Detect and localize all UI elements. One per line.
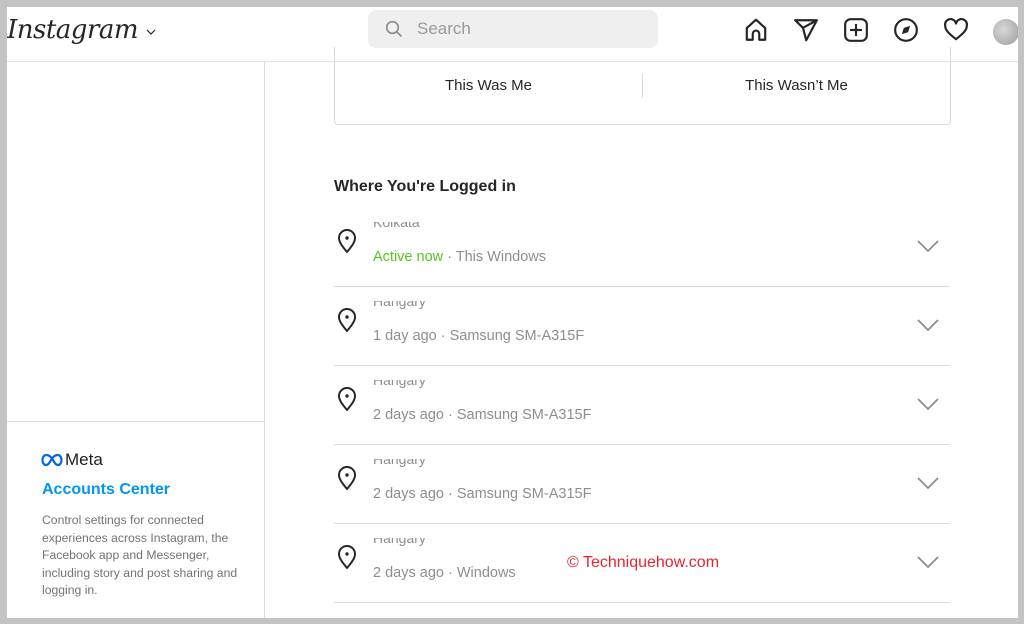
session-location: Hangary bbox=[373, 301, 426, 309]
session-list: Kolkata Active now · This Windows Hangar… bbox=[334, 208, 950, 603]
meta-brand-text: Meta bbox=[65, 450, 103, 469]
accounts-center-link[interactable]: Accounts Center bbox=[42, 481, 170, 499]
session-location: Hangary bbox=[373, 538, 426, 546]
this-was-me-button[interactable]: This Was Me bbox=[335, 74, 642, 98]
location-pin-icon bbox=[338, 308, 356, 332]
session-status: 2 days ago · Samsung SM-A315F bbox=[373, 486, 592, 502]
search-icon bbox=[385, 20, 402, 37]
instagram-logo[interactable]: Instagram bbox=[7, 15, 156, 45]
settings-sidebar: Meta Accounts Center Control settings fo… bbox=[7, 62, 265, 618]
session-item[interactable]: Kolkata Active now · This Windows bbox=[334, 208, 950, 287]
session-time: 2 days ago bbox=[373, 486, 444, 502]
location-pin-icon bbox=[338, 466, 356, 490]
meta-logo: Meta bbox=[41, 450, 103, 470]
session-item[interactable]: Hangary 2 days ago · Samsung SM-A315F bbox=[334, 366, 950, 445]
session-location: Kolkata bbox=[373, 222, 420, 230]
accounts-center-description: Control settings for connected experienc… bbox=[42, 513, 238, 597]
search-input[interactable] bbox=[415, 18, 639, 40]
chevron-down-icon[interactable] bbox=[916, 396, 940, 412]
session-status: 2 days ago · Samsung SM-A315F bbox=[373, 407, 592, 423]
explore-icon[interactable] bbox=[893, 17, 919, 43]
activity-heart-icon[interactable] bbox=[943, 17, 969, 43]
session-time: 2 days ago bbox=[373, 565, 444, 581]
session-device: This Windows bbox=[455, 249, 546, 265]
chevron-down-icon[interactable] bbox=[916, 554, 940, 570]
session-location: Hangary bbox=[373, 459, 426, 467]
location-pin-icon bbox=[338, 387, 356, 411]
accounts-center-panel: Meta Accounts Center Control settings fo… bbox=[7, 421, 264, 618]
nav-icons bbox=[743, 16, 969, 44]
session-device: Samsung SM-A315F bbox=[456, 407, 592, 423]
chevron-down-icon[interactable] bbox=[916, 238, 940, 254]
session-item[interactable]: Hangary 1 day ago · Samsung SM-A315F bbox=[334, 287, 950, 366]
session-location: Hangary bbox=[373, 380, 426, 388]
watermark: © Techniquehow.com bbox=[567, 554, 720, 571]
new-post-icon[interactable] bbox=[843, 17, 869, 43]
profile-avatar[interactable] bbox=[993, 19, 1018, 45]
logo-text: Instagram bbox=[7, 15, 139, 45]
chevron-down-icon[interactable] bbox=[916, 475, 940, 491]
meta-infinity-icon bbox=[41, 453, 63, 467]
this-wasnt-me-button[interactable]: This Wasn’t Me bbox=[643, 74, 950, 98]
chevron-down-icon[interactable] bbox=[146, 27, 156, 37]
session-device: Samsung SM-A315F bbox=[456, 486, 592, 502]
session-time: 1 day ago bbox=[373, 328, 437, 344]
search-box[interactable] bbox=[368, 10, 658, 48]
app-window: Instagram Search Meta Accounts Center Co… bbox=[7, 7, 1018, 618]
direct-message-icon[interactable] bbox=[793, 17, 819, 43]
session-item[interactable]: Hangary 2 days ago · Samsung SM-A315F bbox=[334, 445, 950, 524]
session-time: 2 days ago bbox=[373, 407, 444, 423]
location-pin-icon bbox=[338, 229, 356, 253]
home-icon[interactable] bbox=[743, 17, 769, 43]
chevron-down-icon[interactable] bbox=[916, 317, 940, 333]
session-status: 1 day ago · Samsung SM-A315F bbox=[373, 328, 585, 344]
active-now-label: Active now bbox=[373, 249, 444, 265]
session-device: Samsung SM-A315F bbox=[449, 328, 585, 344]
session-status: 2 days ago · Windows bbox=[373, 565, 516, 581]
session-status: Active now · This Windows bbox=[373, 249, 546, 265]
login-confirmation-card: This Was Me This Wasn’t Me bbox=[334, 47, 951, 125]
location-pin-icon bbox=[338, 545, 356, 569]
section-title: Where You're Logged in bbox=[334, 178, 516, 195]
session-device: Windows bbox=[456, 565, 516, 581]
